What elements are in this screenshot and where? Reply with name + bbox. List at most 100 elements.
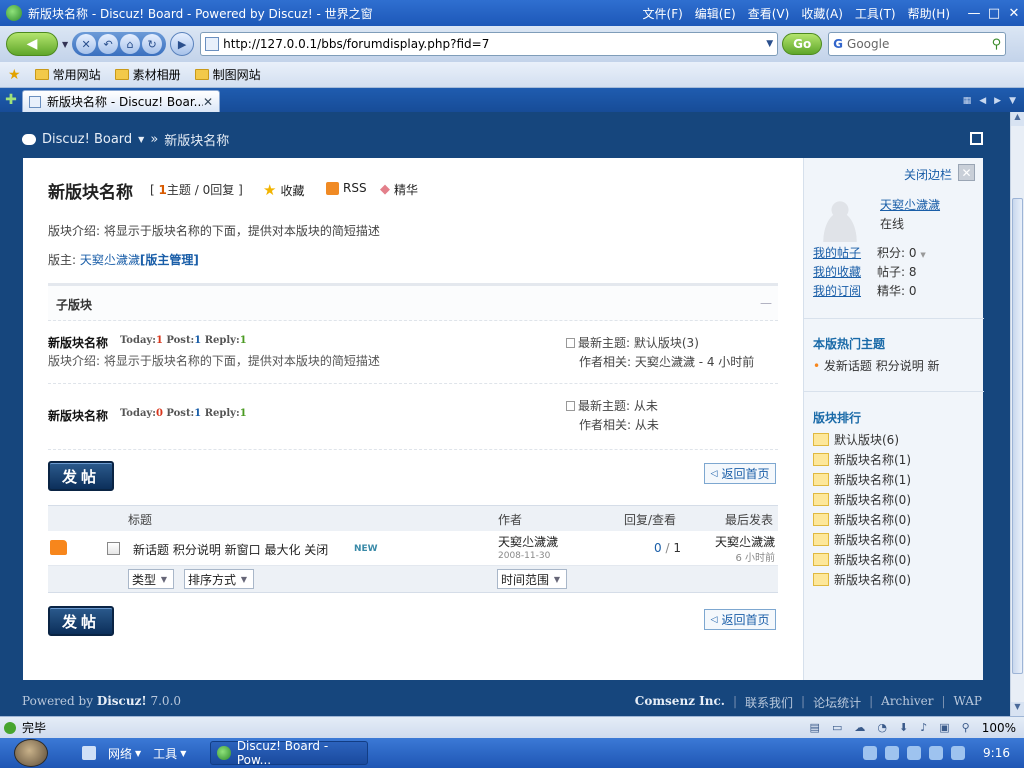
collapse-icon[interactable]: — [760,296,772,310]
address-bar[interactable]: http://127.0.0.1/bbs/forumdisplay.php?fi… [200,32,779,56]
bookmark-material-album[interactable]: 素材相册 [114,66,181,83]
rank-item[interactable]: 新版块名称(0) [813,551,911,568]
forward-button[interactable]: ▶ [170,32,195,56]
tab-close-icon[interactable]: ✕ [203,95,213,109]
brand-link[interactable]: Discuz! [97,694,147,708]
refresh-icon[interactable]: ↻ [142,34,163,54]
thread-title-link[interactable]: 新话题 积分说明 新窗口 最大化 关闭 [133,541,328,558]
download-icon[interactable]: ⬇ [899,721,908,734]
thread-author[interactable]: 天窫尐濊濊 [498,533,558,550]
rank-item[interactable]: 新版块名称(0) [813,511,911,528]
my-favorites-link[interactable]: 我的收藏 [813,263,861,280]
favorites-star-icon[interactable]: ★ [8,67,21,83]
menu-file[interactable]: 文件(F) [643,5,683,22]
close-sidebar-icon[interactable]: ✕ [958,164,975,181]
search-icon[interactable]: ⚲ [992,37,1002,52]
menu-edit[interactable]: 编辑(E) [695,5,736,22]
scroll-down-icon[interactable]: ▼ [1011,702,1024,716]
address-input[interactable]: http://127.0.0.1/bbs/forumdisplay.php?fi… [223,37,766,51]
back-home-button[interactable]: ◁ 返回首页 [704,463,776,484]
tray-app-icon[interactable] [863,746,878,760]
back-button[interactable]: ◀ [6,32,58,56]
new-post-button-bottom[interactable]: 发帖 [48,606,114,636]
undo-close-icon[interactable]: ↶ [98,34,119,54]
page-scrollbar[interactable]: ▲ ▼ [1010,112,1024,716]
address-dropdown-icon[interactable]: ▼ [766,39,773,49]
rank-item[interactable]: 新版块名称(0) [813,491,911,508]
screen-icon[interactable]: ▣ [939,721,949,734]
restore-button[interactable]: □ [984,6,1004,21]
tab-list-icon[interactable]: ▦ [963,96,972,106]
speed-dial-icon[interactable]: ◔ [877,721,887,734]
tray-qq-icon[interactable] [885,746,900,760]
scroll-up-icon[interactable]: ▲ [1011,112,1024,126]
layout-toggle-icon[interactable] [970,132,983,145]
cloud-icon[interactable]: ☁ [854,721,865,734]
taskbar-network-menu[interactable]: 网络 ▼ [108,745,141,762]
bookmark-drawing-sites[interactable]: 制图网站 [194,66,261,83]
subforum-name[interactable]: 新版块名称 [48,334,108,351]
tab-current[interactable]: 新版块名称 - Discuz! Boar... ✕ [22,90,220,112]
menu-favorites[interactable]: 收藏(A) [801,5,843,22]
thread-select-checkbox[interactable] [107,542,120,555]
menu-view[interactable]: 查看(V) [748,5,790,22]
type-select[interactable]: 类型 ▼ [128,569,174,589]
minimize-button[interactable]: — [964,6,984,21]
tab-scroll-left-icon[interactable]: ◀ [979,96,986,106]
menu-help[interactable]: 帮助(H) [908,5,950,22]
start-button[interactable] [14,739,48,767]
taskbar-tools-menu[interactable]: 工具 ▼ [153,745,186,762]
tab-scroll-right-icon[interactable]: ▶ [994,96,1001,106]
sound-icon[interactable]: ♪ [920,721,927,734]
stop-icon[interactable]: ✕ [76,34,97,54]
wap-link[interactable]: WAP [954,694,982,711]
company-link[interactable]: Comsenz Inc. [635,694,725,711]
rank-item[interactable]: 新版块名称(0) [813,531,911,548]
go-button[interactable]: Go [782,33,823,55]
last-author-link[interactable]: 天窫尐濊濊 [635,355,695,369]
last-topic-link[interactable]: 默认版块(3) [634,336,699,350]
scroll-thumb[interactable] [1012,198,1023,674]
back-home-button-bottom[interactable]: ◁ 返回首页 [704,609,776,630]
digest-button[interactable]: ◆ 精华 [380,181,418,198]
close-sidebar-link[interactable]: 关闭边栏 [904,166,952,183]
window-icon[interactable]: ▭ [832,721,842,734]
moderator-manage-link[interactable]: [版主管理] [140,253,199,267]
tray-ime-icon[interactable] [951,746,966,760]
rank-item[interactable]: 新版块名称(1) [813,451,911,468]
zoom-level[interactable]: 100% [982,721,1016,735]
tray-network-icon[interactable] [929,746,944,760]
hot-topic-item[interactable]: • 发新话题 积分说明 新 [813,357,940,374]
zoom-icon[interactable]: ⚲ [962,721,970,734]
close-window-button[interactable]: ✕ [1004,6,1024,21]
favorite-button[interactable]: ★ 收藏 [263,181,304,199]
rank-item[interactable]: 新版块名称(1) [813,471,911,488]
points-dropdown-icon[interactable]: ▼ [920,251,925,259]
breadcrumb-dropdown-icon[interactable]: ▼ [138,135,144,144]
sidebar-username[interactable]: 天窫尐濊濊 [880,196,940,213]
sort-select[interactable]: 排序方式 ▼ [184,569,254,589]
subforum-name[interactable]: 新版块名称 [48,407,108,424]
time-range-select[interactable]: 时间范围 ▼ [497,569,567,589]
breadcrumb-root[interactable]: Discuz! Board [42,132,132,147]
quick-launch-icon[interactable] [82,746,96,760]
my-posts-link[interactable]: 我的帖子 [813,244,861,261]
moderator-link[interactable]: 天窫尐濊濊 [80,253,140,267]
search-box[interactable]: G Google ⚲ [828,32,1007,56]
last-post-author[interactable]: 天窫尐濊濊 [715,533,775,550]
my-subscriptions-link[interactable]: 我的订阅 [813,282,861,299]
rank-item[interactable]: 新版块名称(0) [813,571,911,588]
tray-volume-icon[interactable] [907,746,922,760]
contact-link[interactable]: 联系我们 [745,694,793,711]
stats-link[interactable]: 论坛统计 [813,694,861,711]
bookmark-common-sites[interactable]: 常用网站 [34,66,101,83]
rank-item[interactable]: 默认版块(6) [813,431,899,448]
rss-button[interactable]: RSS [326,181,367,195]
archiver-link[interactable]: Archiver [881,694,933,711]
history-dropdown-icon[interactable]: ▼ [62,40,68,49]
avatar[interactable] [814,196,866,242]
new-post-button[interactable]: 发帖 [48,461,114,491]
popup-block-icon[interactable]: ▤ [810,721,820,734]
new-tab-plus-icon[interactable]: ✚ [0,92,22,108]
taskbar-browser-window[interactable]: Discuz! Board - Pow... [210,739,369,767]
